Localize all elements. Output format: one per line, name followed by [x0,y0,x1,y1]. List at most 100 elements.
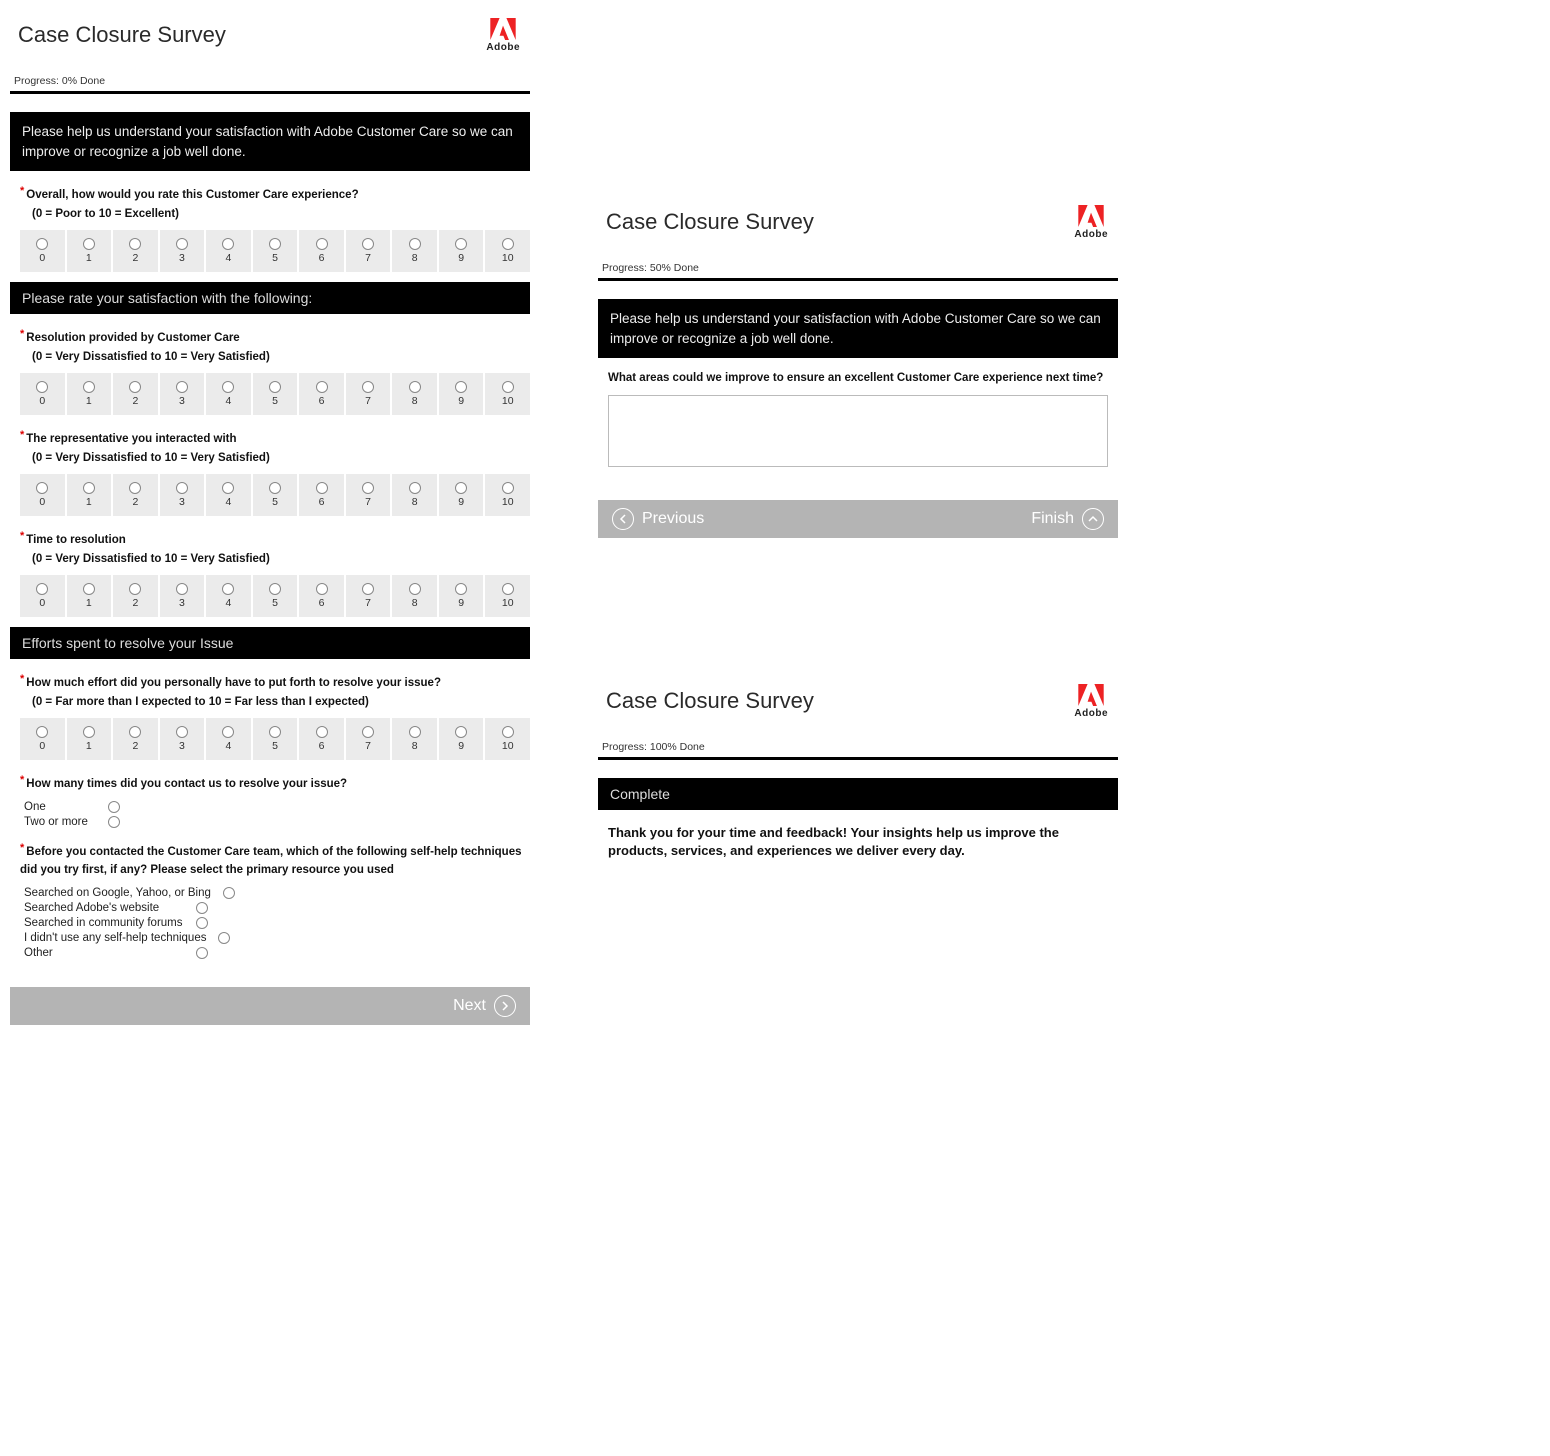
scale-option-4[interactable]: 4 [206,230,251,272]
option-row[interactable]: Other [24,947,530,959]
scale-number: 9 [458,395,464,407]
radio-icon [362,482,374,494]
option-row[interactable]: Searched Adobe's website [24,902,530,914]
scale-number: 4 [226,597,232,609]
option-row[interactable]: One [24,801,530,813]
option-label: Other [24,947,184,959]
scale-option-7[interactable]: 7 [346,474,391,516]
scale-option-8[interactable]: 8 [392,718,437,760]
scale-option-7[interactable]: 7 [346,575,391,617]
radio-icon [83,583,95,595]
scale-option-10[interactable]: 10 [485,718,530,760]
scale-number: 7 [365,740,371,752]
scale-option-6[interactable]: 6 [299,575,344,617]
radio-icon [36,726,48,738]
scale-option-3[interactable]: 3 [160,474,205,516]
scale-option-1[interactable]: 1 [67,373,112,415]
scale-number: 5 [272,597,278,609]
radio-icon [223,887,235,899]
scale-option-8[interactable]: 8 [392,230,437,272]
scale-option-2[interactable]: 2 [113,373,158,415]
scale-option-8[interactable]: 8 [392,575,437,617]
radio-icon [222,381,234,393]
options-selfhelp: Searched on Google, Yahoo, or Bing Search… [24,887,530,959]
scale-option-1[interactable]: 1 [67,718,112,760]
option-row[interactable]: Searched on Google, Yahoo, or Bing [24,887,530,899]
scale-option-2[interactable]: 2 [113,474,158,516]
scale-number: 8 [412,740,418,752]
scale-option-5[interactable]: 5 [253,230,298,272]
scale-option-9[interactable]: 9 [439,373,484,415]
options-contact-times: One Two or more [24,801,530,828]
radio-icon [36,583,48,595]
radio-icon [455,381,467,393]
scale-option-7[interactable]: 7 [346,230,391,272]
scale-number: 1 [86,395,92,407]
scale-number: 9 [458,597,464,609]
adobe-logo-icon [490,18,516,40]
scale-option-6[interactable]: 6 [299,373,344,415]
scale-option-3[interactable]: 3 [160,575,205,617]
scale-option-3[interactable]: 3 [160,718,205,760]
scale-option-4[interactable]: 4 [206,718,251,760]
scale-option-7[interactable]: 7 [346,718,391,760]
scale-number: 0 [39,740,45,752]
scale-option-6[interactable]: 6 [299,230,344,272]
scale-option-0[interactable]: 0 [20,718,65,760]
finish-label: Finish [1031,510,1074,528]
progress-text: Progress: 0% Done [10,75,530,91]
radio-icon [196,917,208,929]
scale-option-10[interactable]: 10 [485,575,530,617]
scale-number: 6 [319,597,325,609]
next-button[interactable]: Next [453,995,516,1017]
scale-option-5[interactable]: 5 [253,575,298,617]
scale-option-0[interactable]: 0 [20,474,65,516]
previous-button[interactable]: Previous [612,508,704,530]
scale-option-0[interactable]: 0 [20,575,65,617]
scale-option-0[interactable]: 0 [20,373,65,415]
scale-option-1[interactable]: 1 [67,575,112,617]
scale-option-10[interactable]: 10 [485,373,530,415]
question-text: Resolution provided by Customer Care [26,332,239,344]
scale-option-8[interactable]: 8 [392,373,437,415]
scale-option-10[interactable]: 10 [485,474,530,516]
question-improve: What areas could we improve to ensure an… [608,368,1118,387]
scale-option-3[interactable]: 3 [160,373,205,415]
scale-option-4[interactable]: 4 [206,575,251,617]
scale-option-9[interactable]: 9 [439,575,484,617]
complete-message: Thank you for your time and feedback! Yo… [608,824,1108,860]
scale-option-4[interactable]: 4 [206,373,251,415]
scale-option-1[interactable]: 1 [67,474,112,516]
scale-option-7[interactable]: 7 [346,373,391,415]
finish-button[interactable]: Finish [1031,508,1104,530]
scale-option-3[interactable]: 3 [160,230,205,272]
scale-option-8[interactable]: 8 [392,474,437,516]
scale-option-5[interactable]: 5 [253,718,298,760]
scale-option-9[interactable]: 9 [439,718,484,760]
scale-option-6[interactable]: 6 [299,474,344,516]
improve-textarea[interactable] [608,395,1108,467]
scale-option-1[interactable]: 1 [67,230,112,272]
scale-option-9[interactable]: 9 [439,230,484,272]
scale-option-4[interactable]: 4 [206,474,251,516]
scale-option-0[interactable]: 0 [20,230,65,272]
option-row[interactable]: I didn't use any self-help techniques [24,932,530,944]
scale-option-2[interactable]: 2 [113,575,158,617]
scale-number: 9 [458,252,464,264]
progress-text: Progress: 50% Done [598,262,1118,278]
scale-option-6[interactable]: 6 [299,718,344,760]
scale-option-5[interactable]: 5 [253,474,298,516]
scale-option-5[interactable]: 5 [253,373,298,415]
scale-number: 4 [226,252,232,264]
scale-option-2[interactable]: 2 [113,230,158,272]
scale-number: 4 [226,395,232,407]
scale-option-2[interactable]: 2 [113,718,158,760]
scale-option-9[interactable]: 9 [439,474,484,516]
required-marker: * [20,530,24,542]
section-complete: Complete [598,778,1118,810]
radio-icon [316,238,328,250]
scale-number: 2 [132,252,138,264]
option-row[interactable]: Searched in community forums [24,917,530,929]
scale-option-10[interactable]: 10 [485,230,530,272]
option-row[interactable]: Two or more [24,816,530,828]
